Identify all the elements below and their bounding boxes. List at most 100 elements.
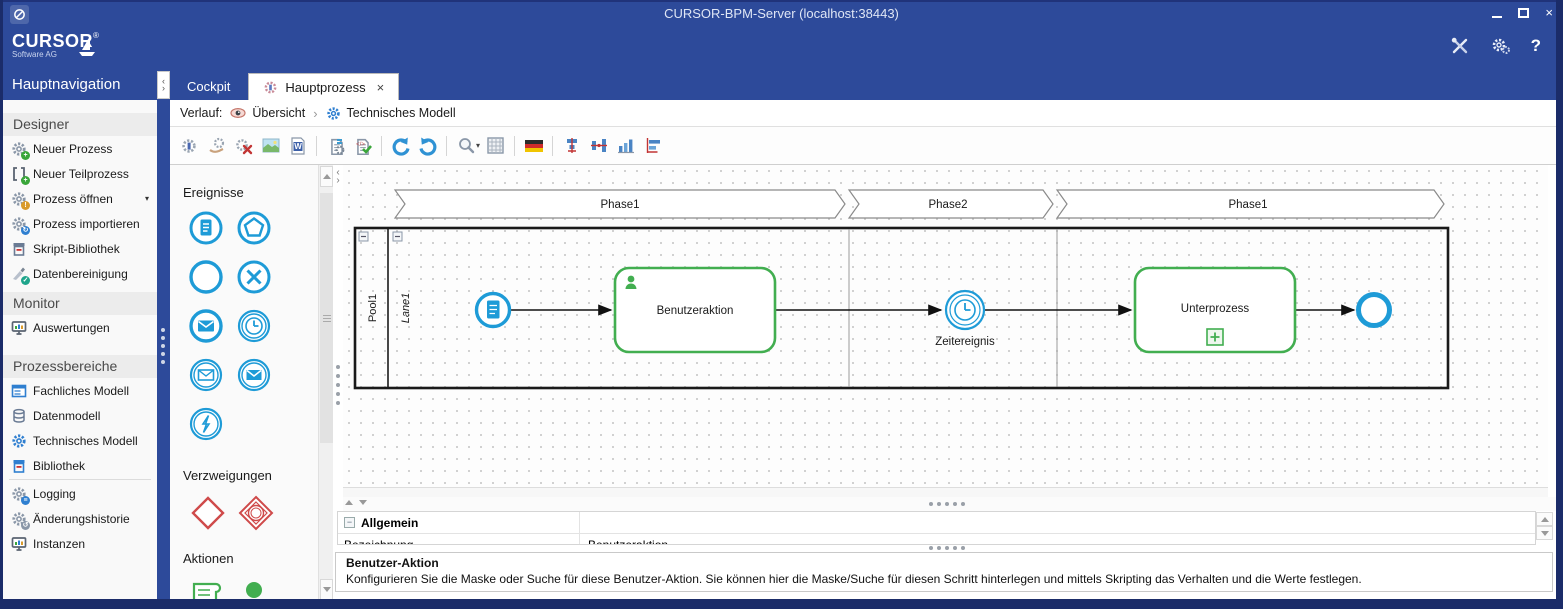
process-gear-button[interactable]: [176, 132, 203, 159]
close-button[interactable]: ×: [1545, 7, 1553, 19]
minimize-button[interactable]: [1492, 16, 1502, 18]
sidebar-item-bibliothek[interactable]: Bibliothek: [3, 453, 157, 478]
section-header-designer: Designer: [3, 113, 157, 136]
start-event-icon[interactable]: [188, 259, 224, 295]
process-canvas[interactable]: Phase1 Phase2 Phase1 Pool1 Lane1: [343, 165, 1548, 487]
application-window: CURSOR-BPM-Server (localhost:38443) × CU…: [0, 0, 1563, 609]
zoom-button[interactable]: [452, 132, 479, 159]
splitter-grip[interactable]: [929, 546, 965, 550]
window-border-right: [1556, 0, 1563, 609]
section-header-monitor: Monitor: [3, 292, 157, 315]
splitter-collapse-control[interactable]: ‹›: [334, 169, 342, 185]
help-icon[interactable]: ?: [1531, 36, 1541, 56]
message-catch-event-icon[interactable]: [188, 357, 224, 393]
canvas-properties-splitter[interactable]: [343, 497, 1556, 511]
language-german-button[interactable]: [520, 132, 547, 159]
sidebar-item-auswertungen[interactable]: Auswertungen: [3, 315, 157, 340]
instances-icon: [11, 536, 27, 552]
process-settings-button[interactable]: [322, 132, 349, 159]
sidebar-item-fachliches-modell[interactable]: Fachliches Modell: [3, 378, 157, 403]
scroll-down-arrow[interactable]: [1536, 526, 1553, 540]
property-row[interactable]: Bezeichnung Benutzeraktion: [338, 534, 1535, 545]
script-library-icon: [11, 241, 27, 257]
cancel-event-icon[interactable]: [236, 259, 272, 295]
state-action-icon[interactable]: [236, 576, 272, 601]
logo-bar: CURSOR® Software AG ?: [0, 28, 1563, 70]
dropdown-caret-icon[interactable]: ▾: [145, 194, 149, 203]
process-gear-icon: [263, 80, 278, 95]
collapse-down-arrow[interactable]: [359, 500, 367, 505]
svg-text:Unterprozess: Unterprozess: [1181, 303, 1250, 315]
zoom-dropdown-caret[interactable]: ▾: [476, 141, 480, 150]
sidebar-item-datenmodell[interactable]: Datenmodell: [3, 403, 157, 428]
tools-icon[interactable]: [1451, 37, 1471, 55]
exclusive-gateway-icon[interactable]: [188, 493, 224, 529]
sidebar-item-aenderungshistorie[interactable]: ↺ Änderungshistorie: [3, 506, 157, 531]
align-left-button[interactable]: [639, 132, 666, 159]
sidebar-item-prozess-importieren[interactable]: ↻ Prozess importieren: [3, 211, 157, 236]
message-start-event-icon[interactable]: [188, 308, 224, 344]
svg-text:</>: </>: [356, 142, 365, 148]
cleanup-brush-icon: ✓: [11, 266, 27, 282]
statistics-button[interactable]: [612, 132, 639, 159]
error-event-icon[interactable]: [188, 406, 224, 442]
pentagon-event-icon[interactable]: [236, 210, 272, 246]
task-benutzeraktion: Benutzeraktion: [615, 268, 775, 352]
splitter-grip[interactable]: [929, 502, 965, 506]
start-document-event-icon[interactable]: [188, 210, 224, 246]
monitor-chart-icon: [11, 320, 27, 336]
sidebar-item-skript-bibliothek[interactable]: Skript-Bibliothek: [3, 236, 157, 261]
sidebar-collapse-control[interactable]: ‹›: [157, 71, 170, 99]
scroll-up-arrow[interactable]: [1536, 512, 1553, 526]
delete-process-button[interactable]: [230, 132, 257, 159]
expand-up-arrow[interactable]: [345, 500, 353, 505]
breadcrumb-technisches-modell[interactable]: Technisches Modell: [326, 106, 456, 121]
palette-scrollbar[interactable]: [318, 165, 333, 601]
svg-text:Zeitereignis: Zeitereignis: [935, 336, 995, 348]
splitter-grip[interactable]: [336, 365, 340, 405]
gear-import-icon: ↻: [11, 216, 27, 232]
sidebar-item-logging[interactable]: ≡ Logging: [3, 481, 157, 506]
sidebar-item-neuer-teilprozess[interactable]: + Neuer Teilprozess: [3, 161, 157, 186]
property-grid-scrollbar[interactable]: [1536, 512, 1553, 540]
validate-script-button[interactable]: </>: [349, 132, 376, 159]
subprocess-unterprozess: Unterprozess: [1135, 268, 1295, 352]
scrollbar-thumb[interactable]: [320, 193, 333, 443]
collapse-group-icon[interactable]: −: [344, 517, 355, 528]
sidebar-item-instanzen[interactable]: Instanzen: [3, 531, 157, 556]
property-group-title: Allgemein: [361, 516, 418, 530]
message-throw-event-icon[interactable]: [236, 357, 272, 393]
maximize-button[interactable]: [1518, 8, 1529, 18]
tab-close-icon[interactable]: ×: [377, 80, 385, 95]
timer-event-icon[interactable]: [236, 308, 272, 344]
breadcrumb-uebersicht[interactable]: Übersicht: [230, 106, 305, 120]
scroll-down-arrow[interactable]: [320, 579, 333, 600]
grid-button[interactable]: [482, 132, 509, 159]
distribute-horizontal-button[interactable]: [585, 132, 612, 159]
checkout-process-button[interactable]: [203, 132, 230, 159]
sidebar-item-datenbereinigung[interactable]: ✓ Datenbereinigung: [3, 261, 157, 286]
sidebar-item-prozess-oeffnen[interactable]: ! Prozess öffnen ▾: [3, 186, 157, 211]
tab-hauptprozess[interactable]: Hauptprozess ×: [248, 73, 399, 100]
subprocess-plus-icon: +: [11, 166, 27, 182]
align-vertical-button[interactable]: [558, 132, 585, 159]
breadcrumb-separator: ›: [313, 106, 317, 121]
scroll-up-arrow[interactable]: [320, 166, 333, 187]
inclusive-gateway-icon[interactable]: [236, 493, 272, 529]
sidebar-splitter[interactable]: ‹›: [157, 70, 170, 601]
export-word-button[interactable]: W: [284, 132, 311, 159]
sidebar-item-technisches-modell[interactable]: Technisches Modell: [3, 428, 157, 453]
properties-description-splitter[interactable]: [343, 545, 1548, 551]
canvas-horizontal-scrollbar[interactable]: [343, 487, 1548, 497]
splitter-grip[interactable]: [161, 328, 165, 364]
description-title: Benutzer-Aktion: [346, 556, 1542, 570]
settings-gears-icon[interactable]: [1491, 37, 1511, 55]
redo-button[interactable]: [414, 132, 441, 159]
undo-button[interactable]: [387, 132, 414, 159]
script-action-icon[interactable]: [188, 576, 224, 601]
section-header-prozessbereiche: Prozessbereiche: [3, 355, 157, 378]
svg-text:Lane1: Lane1: [400, 293, 412, 324]
sidebar-item-neuer-prozess[interactable]: + Neuer Prozess: [3, 136, 157, 161]
tab-cockpit[interactable]: Cockpit: [173, 73, 244, 100]
export-image-button[interactable]: [257, 132, 284, 159]
